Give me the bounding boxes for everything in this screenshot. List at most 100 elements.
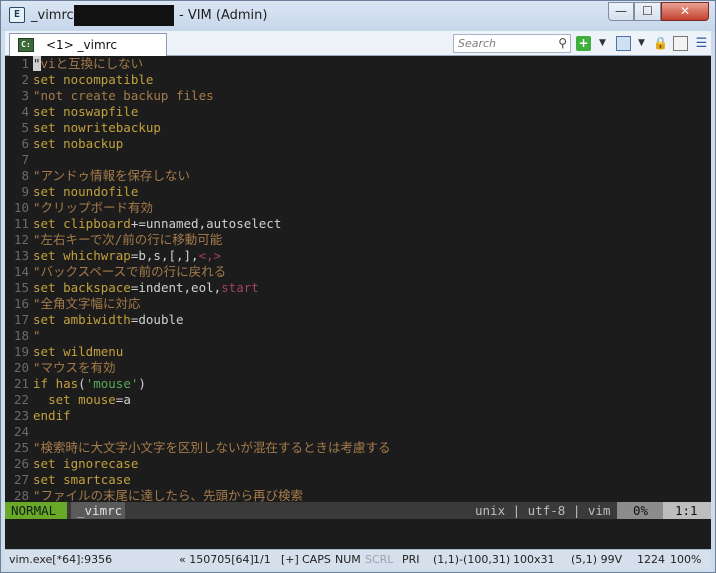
editor-lines[interactable]: 1 "viと互換にしない 2 set nocompatible 3 "not create… <box>5 56 711 504</box>
process-info[interactable]: vim.exe[*64]:9356 <box>9 553 112 566</box>
editor-line[interactable]: 3 "not create backup files <box>5 88 711 104</box>
editor-line[interactable]: 22 set mouse=a <box>5 392 711 408</box>
line-number: 26 <box>13 456 29 471</box>
line-text: "クリップボード有効 <box>33 200 154 215</box>
line-text: set nowritebackup <box>33 120 161 135</box>
editor-line[interactable]: 17 set ambiwidth=double <box>5 312 711 328</box>
line-number: 17 <box>13 312 29 327</box>
line-number: 21 <box>13 376 29 391</box>
num-indicator: NUM <box>335 553 361 566</box>
editor-line[interactable]: 2 set nocompatible <box>5 72 711 88</box>
line-text: "マウスを有効 <box>33 360 116 375</box>
line-text: set whichwrap=b,s,[,],<,> <box>33 248 222 263</box>
line-number: 13 <box>13 248 29 263</box>
line-number: 18 <box>13 328 29 343</box>
file-info: unix | utf-8 | vim <box>475 503 611 518</box>
add-console-icon[interactable]: + <box>576 36 591 51</box>
console-tab-icon: C: <box>18 38 34 52</box>
editor-line[interactable]: 13 set whichwrap=b,s,[,],<,> <box>5 248 711 264</box>
editor-line[interactable]: 11 set clipboard+=unnamed,autoselect <box>5 216 711 232</box>
chevron-down-icon[interactable]: ▼ <box>634 36 649 51</box>
title-bar[interactable]: E _vimrc - VIM (Admin) — ☐ ✕ <box>1 1 715 31</box>
editor-line[interactable]: 23 endif <box>5 408 711 424</box>
minimize-icon: — <box>615 4 627 18</box>
editor-line[interactable]: 8 "アンドゥ情報を保存しない <box>5 168 711 184</box>
line-text: "左右キーで次/前の行に移動可能 <box>33 232 223 247</box>
panel-icon[interactable] <box>673 36 688 51</box>
line-text: "not create backup files <box>33 88 214 103</box>
editor-line[interactable]: 24 <box>5 424 711 440</box>
editor-line[interactable]: 26 set ignorecase <box>5 456 711 472</box>
maximize-icon: ☐ <box>642 4 653 18</box>
minimize-button[interactable]: — <box>608 2 634 21</box>
line-number: 25 <box>13 440 29 455</box>
tab-vimrc[interactable]: C: <1> _vimrc <box>9 33 167 56</box>
editor-line[interactable]: 15 set backspace=indent,eol,start <box>5 280 711 296</box>
line-number: 22 <box>13 392 29 407</box>
editor-line[interactable]: 27 set smartcase <box>5 472 711 488</box>
close-icon: ✕ <box>679 4 691 18</box>
line-text: set clipboard+=unnamed,autoselect <box>33 216 282 231</box>
editor-line[interactable]: 1 "viと互換にしない <box>5 56 711 72</box>
vim-window: E _vimrc - VIM (Admin) — ☐ ✕ C: <1> _vim… <box>0 0 716 573</box>
mode-indicator: NORMAL <box>5 502 67 519</box>
editor-line[interactable]: 14 "バックスペースで前の行に戻れる <box>5 264 711 280</box>
line-text: set noundofile <box>33 184 139 199</box>
line-text: set smartcase <box>33 472 131 487</box>
lock-icon[interactable]: 🔒 <box>653 36 668 51</box>
editor-line[interactable]: 4 set noswapfile <box>5 104 711 120</box>
cursor-info: (5,1) 99V <box>571 553 623 566</box>
maximize-button[interactable]: ☐ <box>634 2 661 21</box>
redacted-title-block <box>74 5 174 26</box>
editor-line[interactable]: 20 "マウスを有効 <box>5 360 711 376</box>
caps-indicator: CAPS <box>302 553 331 566</box>
line-text: " <box>33 328 41 343</box>
line-number: 16 <box>13 296 29 311</box>
editor-line[interactable]: 18 " <box>5 328 711 344</box>
editor-line[interactable]: 25 "検索時に大文字小文字を区別しないが混在するときは考慮する <box>5 440 711 456</box>
line-text: if has('mouse') <box>33 376 146 391</box>
line-number: 9 <box>21 184 29 199</box>
search-icon[interactable]: ⚲ <box>558 36 567 50</box>
editor-line[interactable]: 6 set nobackup <box>5 136 711 152</box>
editor-line[interactable]: 7 <box>5 152 711 168</box>
editor-line[interactable]: 5 set nowritebackup <box>5 120 711 136</box>
editor-line[interactable]: 19 set wildmenu <box>5 344 711 360</box>
buffer-coords: (1,1)-(100,31) <box>433 553 511 566</box>
line-number: 5 <box>21 120 29 135</box>
status-filename: _vimrc <box>71 502 125 519</box>
editor-line[interactable]: 12 "左右キーで次/前の行に移動可能 <box>5 232 711 248</box>
editor-line[interactable]: 21 if has('mouse') <box>5 376 711 392</box>
line-number: 19 <box>13 344 29 359</box>
window-title-filename: _vimrc <box>31 8 74 23</box>
page-count: 1/1 <box>253 553 271 566</box>
close-button[interactable]: ✕ <box>661 2 709 21</box>
vim-statusline: NORMAL _vimrc unix | utf-8 | vim 0% 1:1 <box>5 502 711 519</box>
split-view-icon[interactable] <box>616 36 631 51</box>
editor-area[interactable]: 1 "viと互換にしない 2 set nocompatible 3 "not create… <box>5 56 711 549</box>
chevron-down-icon[interactable]: ▼ <box>595 36 610 51</box>
line-number: 20 <box>13 360 29 375</box>
line-number: 7 <box>21 152 29 167</box>
hamburger-menu-icon[interactable]: ☰ <box>694 36 709 51</box>
line-text: set mouse=a <box>48 392 131 407</box>
line-text: set ignorecase <box>33 456 139 471</box>
line-number: 1 <box>21 56 29 71</box>
line-text: "バックスペースで前の行に戻れる <box>33 264 227 279</box>
line-number: 23 <box>13 408 29 423</box>
line-text: "ファイルの末尾に達したら、先頭から再び検索 <box>33 488 304 503</box>
editor-line[interactable]: 10 "クリップボード有効 <box>5 200 711 216</box>
scrl-indicator: SCRL <box>365 553 394 566</box>
editor-line[interactable]: 9 set noundofile <box>5 184 711 200</box>
zoom-level[interactable]: 100% <box>670 553 701 566</box>
tab-label: <1> _vimrc <box>46 38 117 52</box>
search-input[interactable]: Search ⚲ <box>453 34 571 53</box>
line-number: 15 <box>13 280 29 295</box>
line-text: set noswapfile <box>33 104 139 119</box>
editor-line[interactable]: 16 "全角文字幅に対応 <box>5 296 711 312</box>
console-status-bar: vim.exe[*64]:9356 « 150705[64] 1/1 [+] C… <box>5 549 711 569</box>
line-text: "viと互換にしない <box>33 56 144 71</box>
vim-app-icon[interactable]: E <box>9 7 25 23</box>
line-number: 6 <box>21 136 29 151</box>
line-text: endif <box>33 408 71 423</box>
